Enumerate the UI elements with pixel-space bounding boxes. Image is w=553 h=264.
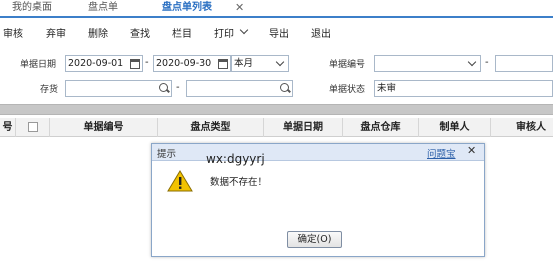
doc-no-range-dash: - [485, 57, 489, 68]
column-header-doc-date[interactable]: 单据日期 [264, 118, 343, 137]
tab-stocktake-list[interactable]: 盘点单列表 [162, 0, 212, 16]
dialog-message: 数据不存在！ [210, 177, 268, 188]
tab-bar: 我的桌面 盘点单 盘点单列表 ✕ [0, 0, 553, 18]
calendar-icon[interactable] [130, 59, 140, 69]
column-header-doc-no[interactable]: 单据编号 [50, 118, 158, 137]
ok-button[interactable]: 确定(O) [287, 231, 342, 248]
doc-no-input[interactable] [374, 55, 481, 72]
toolbar: 审核 弃审 删除 查找 栏目 打印 导出 退出 [0, 22, 553, 42]
date-range-dash: - [145, 57, 149, 68]
status-select[interactable]: 未审 [374, 80, 553, 97]
tab-my-desktop[interactable]: 我的桌面 [12, 0, 52, 16]
column-header-approver[interactable]: 审核人 [491, 118, 553, 137]
export-button[interactable]: 导出 [269, 25, 289, 40]
inventory-from-input[interactable] [65, 80, 172, 97]
inventory-to-input[interactable] [186, 80, 293, 97]
date-to-input[interactable]: 2020-09-30 [153, 55, 231, 72]
delete-button[interactable]: 删除 [88, 25, 108, 40]
inventory-label: 存货 [40, 85, 59, 95]
date-label: 单据日期 [20, 60, 57, 70]
column-header-creator[interactable]: 制单人 [419, 118, 491, 137]
table-header: 号 单据编号 盘点类型 单据日期 盘点仓库 制单人 审核人 [0, 118, 553, 137]
approve-button[interactable]: 审核 [3, 25, 23, 40]
search-icon[interactable] [159, 83, 168, 92]
inventory-range-dash: - [176, 82, 180, 93]
period-select[interactable]: 本月 [231, 55, 289, 72]
period-value: 本月 [234, 58, 254, 69]
tab-close-icon[interactable]: ✕ [235, 1, 244, 14]
doc-no-to-input[interactable] [495, 55, 553, 72]
select-all-checkbox[interactable] [28, 122, 38, 132]
chevron-down-icon[interactable] [467, 57, 477, 67]
column-header-warehouse[interactable]: 盘点仓库 [343, 118, 419, 137]
columns-button[interactable]: 栏目 [172, 25, 192, 40]
dialog-close-icon[interactable]: ✕ [467, 144, 476, 157]
calendar-icon[interactable] [218, 59, 228, 69]
chevron-down-icon[interactable] [275, 57, 285, 67]
exit-button[interactable]: 退出 [311, 25, 331, 40]
dialog-title-bar[interactable]: 提示 问题宝 ✕ [152, 144, 484, 161]
date-from-value: 2020-09-01 [68, 58, 124, 69]
warning-icon [167, 170, 193, 192]
doc-no-label: 单据编号 [329, 60, 366, 70]
print-button[interactable]: 打印 [214, 25, 234, 40]
date-to-value: 2020-09-30 [156, 58, 212, 69]
alert-dialog: 提示 问题宝 ✕ wx:dgyyrj 数据不存在！ 确定(O) [151, 143, 485, 257]
column-header-number[interactable]: 号 [0, 118, 16, 137]
column-header-stocktake-type[interactable]: 盘点类型 [158, 118, 264, 137]
unapprove-button[interactable]: 弃审 [46, 25, 66, 40]
find-button[interactable]: 查找 [130, 25, 150, 40]
status-value: 未审 [377, 83, 397, 94]
date-from-input[interactable]: 2020-09-01 [65, 55, 143, 72]
column-header-select[interactable] [16, 118, 50, 137]
watermark-text: wx:dgyyrj [206, 152, 265, 166]
print-chevron-down-icon[interactable] [239, 25, 249, 35]
search-icon[interactable] [280, 83, 289, 92]
filter-panel: 单据日期 2020-09-01 - 2020-09-30 本月 单据编号 - 存… [0, 52, 553, 102]
status-label: 单据状态 [329, 85, 366, 95]
tab-stocktake[interactable]: 盘点单 [88, 0, 118, 16]
help-link[interactable]: 问题宝 [427, 146, 456, 160]
dialog-title: 提示 [157, 149, 177, 160]
panel-splitter[interactable] [0, 104, 553, 115]
